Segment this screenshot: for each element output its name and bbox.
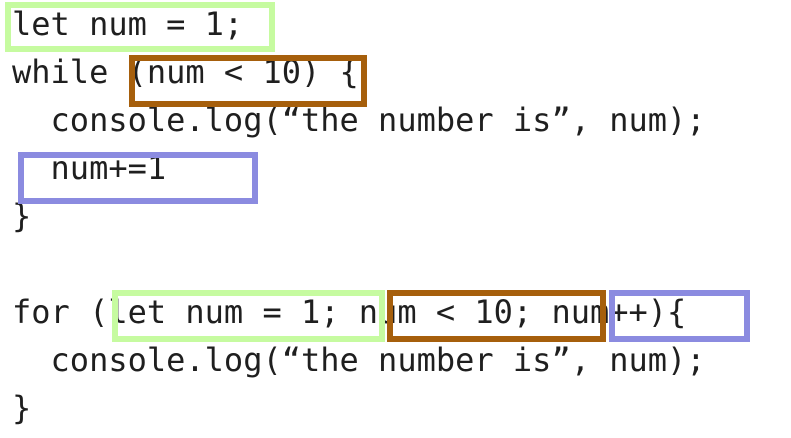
condition-box-for bbox=[387, 290, 606, 342]
code-line-for-log: console.log(“the number is”, num); bbox=[12, 341, 706, 379]
initialization-box-for bbox=[112, 290, 385, 342]
code-line-for-close: } bbox=[12, 389, 32, 427]
update-box-while bbox=[18, 152, 258, 204]
initialization-box-while bbox=[5, 2, 275, 52]
update-box-for bbox=[609, 290, 750, 342]
condition-box-while bbox=[129, 55, 367, 107]
